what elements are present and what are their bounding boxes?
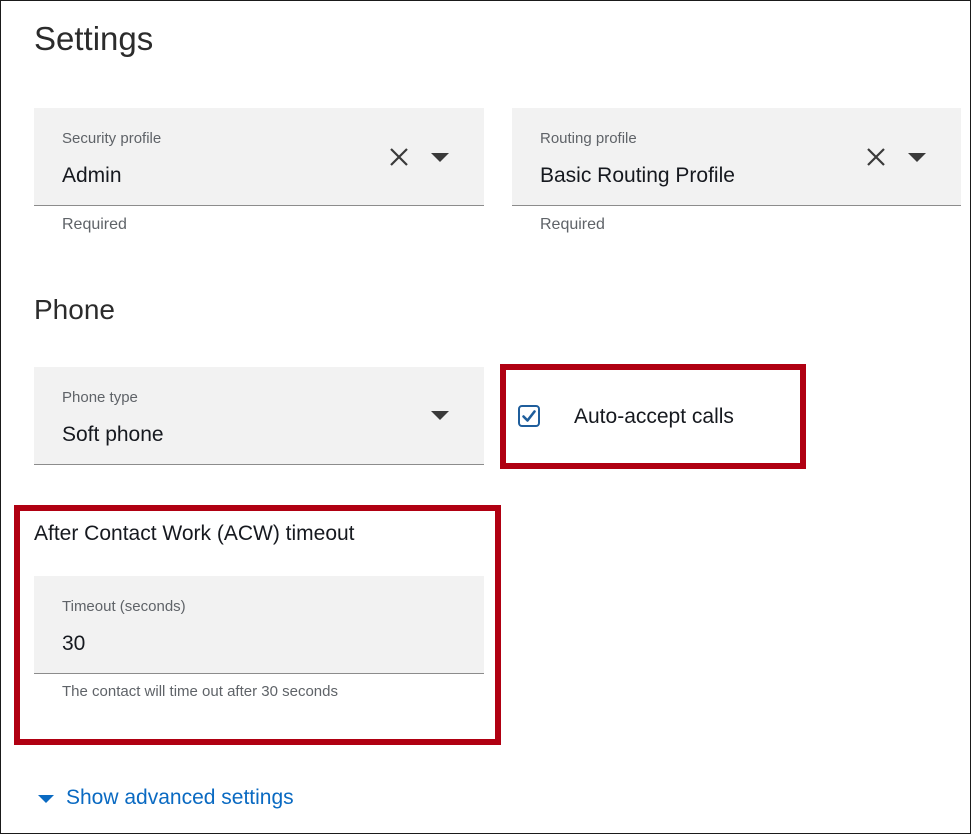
auto-accept-checkbox[interactable] (518, 405, 540, 427)
acw-timeout-input[interactable]: Timeout (seconds) 30 (34, 576, 484, 674)
routing-profile-label: Routing profile (540, 130, 637, 147)
page-title: Settings (34, 20, 154, 57)
routing-profile-select[interactable]: Routing profile Basic Routing Profile (512, 108, 961, 206)
routing-profile-value: Basic Routing Profile (540, 164, 735, 187)
acw-timeout-label: Timeout (seconds) (62, 598, 186, 615)
security-profile-helper: Required (62, 216, 127, 233)
security-profile-value: Admin (62, 164, 122, 187)
chevron-down-icon[interactable] (431, 153, 449, 162)
acw-title: After Contact Work (ACW) timeout (34, 522, 355, 545)
chevron-down-icon[interactable] (908, 153, 926, 162)
security-profile-select[interactable]: Security profile Admin (34, 108, 484, 206)
phone-heading: Phone (34, 294, 115, 325)
chevron-down-icon[interactable] (431, 411, 449, 420)
acw-timeout-helper: The contact will time out after 30 secon… (62, 683, 338, 700)
security-profile-label: Security profile (62, 130, 162, 147)
clear-icon[interactable] (865, 146, 887, 168)
checkmark-icon (522, 410, 536, 422)
show-advanced-settings-label: Show advanced settings (66, 786, 294, 809)
acw-timeout-value: 30 (62, 632, 86, 655)
phone-type-label: Phone type (62, 389, 138, 406)
auto-accept-label[interactable]: Auto-accept calls (574, 405, 734, 429)
clear-icon[interactable] (388, 146, 410, 168)
phone-type-value: Soft phone (62, 423, 164, 446)
show-advanced-settings-link[interactable]: Show advanced settings (38, 786, 294, 810)
routing-profile-helper: Required (540, 216, 605, 233)
caret-down-icon (38, 795, 54, 803)
phone-type-select[interactable]: Phone type Soft phone (34, 367, 484, 465)
